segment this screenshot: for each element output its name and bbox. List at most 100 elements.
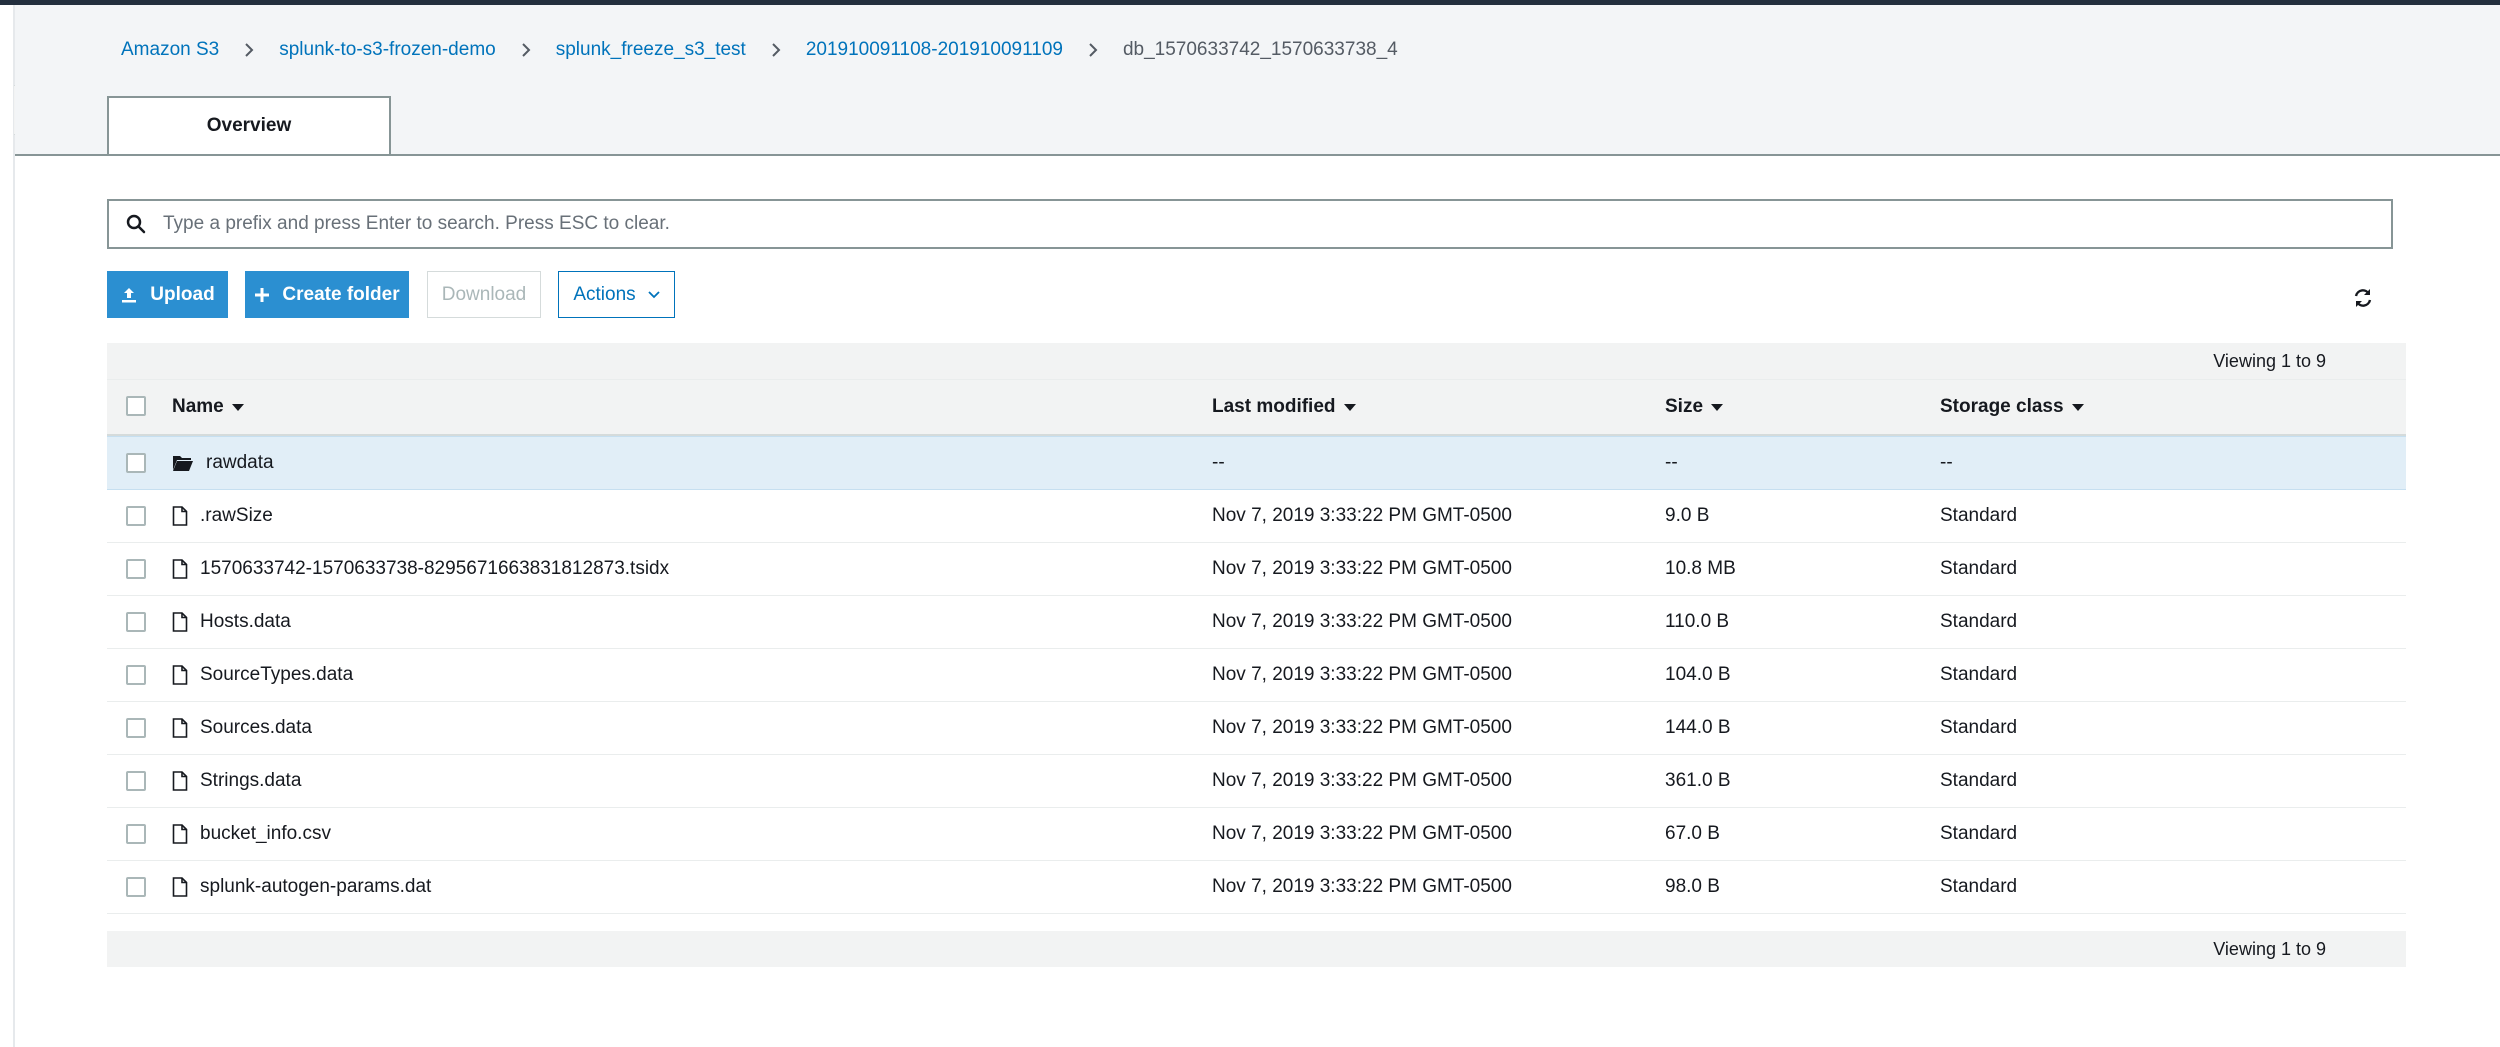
viewing-count: Viewing 1 to 9: [2213, 939, 2326, 959]
sort-caret-icon: [1343, 403, 1356, 411]
download-button[interactable]: Download: [427, 271, 541, 318]
chevron-right-icon: [244, 43, 254, 57]
row-last-modified: Nov 7, 2019 3:33:22 PM GMT-0500: [1212, 664, 1512, 685]
row-checkbox[interactable]: [126, 877, 146, 897]
row-last-modified: Nov 7, 2019 3:33:22 PM GMT-0500: [1212, 876, 1512, 897]
row-name: rawdata: [172, 452, 274, 474]
row-storage-class: Standard: [1940, 823, 2018, 844]
chevron-right-icon: [1088, 43, 1098, 57]
table-row[interactable]: 1570633742-1570633738-829567166383181287…: [107, 543, 2406, 596]
row-name-text[interactable]: Sources.data: [200, 717, 312, 739]
file-icon: [172, 506, 188, 526]
table-row[interactable]: rawdata -- -- --: [107, 436, 2406, 490]
row-name: SourceTypes.data: [172, 664, 353, 686]
sort-caret-icon: [1711, 403, 1724, 411]
folder-open-icon: [172, 454, 194, 472]
row-last-modified: Nov 7, 2019 3:33:22 PM GMT-0500: [1212, 505, 1512, 526]
row-storage-class: Standard: [1940, 558, 2018, 579]
column-header-storage-class-label: Storage class: [1940, 396, 2064, 417]
row-checkbox[interactable]: [126, 665, 146, 685]
column-header-name[interactable]: Name: [172, 396, 244, 418]
row-name-text[interactable]: splunk-autogen-params.dat: [200, 876, 431, 898]
breadcrumb: Amazon S3 splunk-to-s3-frozen-demo splun…: [121, 35, 1398, 65]
file-icon: [172, 771, 188, 791]
table-row[interactable]: Strings.data Nov 7, 2019 3:33:22 PM GMT-0…: [107, 755, 2406, 808]
file-icon: [172, 612, 188, 632]
file-icon: [172, 718, 188, 738]
actions-dropdown-label: Actions: [573, 283, 636, 305]
create-folder-button[interactable]: Create folder: [245, 271, 409, 318]
row-last-modified: --: [1212, 452, 1225, 473]
actions-dropdown[interactable]: Actions: [558, 271, 675, 318]
upload-icon: [120, 286, 138, 304]
row-checkbox[interactable]: [126, 559, 146, 579]
column-header-size[interactable]: Size: [1665, 396, 1724, 418]
search-box: [107, 199, 2393, 249]
chevron-right-icon: [521, 43, 531, 57]
sort-caret-icon: [231, 403, 244, 411]
file-icon: [172, 824, 188, 844]
table-row[interactable]: .rawSize Nov 7, 2019 3:33:22 PM GMT-0500 9…: [107, 490, 2406, 543]
row-name-text[interactable]: Strings.data: [200, 770, 301, 792]
row-name-text[interactable]: SourceTypes.data: [200, 664, 353, 686]
column-header-name-label: Name: [172, 396, 224, 417]
row-checkbox[interactable]: [126, 612, 146, 632]
row-checkbox[interactable]: [126, 453, 146, 473]
upload-button-label: Upload: [150, 283, 215, 305]
table-row[interactable]: splunk-autogen-params.dat Nov 7, 2019 3:3…: [107, 861, 2406, 914]
row-name-text[interactable]: rawdata: [206, 452, 274, 474]
select-all-checkbox[interactable]: [126, 396, 146, 416]
breadcrumb-item-current: db_1570633742_1570633738_4: [1122, 39, 1398, 60]
column-header-storage-class[interactable]: Storage class: [1940, 396, 2084, 418]
row-size: 98.0 B: [1665, 876, 1720, 897]
row-name-text[interactable]: 1570633742-1570633738-829567166383181287…: [200, 558, 669, 580]
search-icon: [126, 214, 146, 234]
search-input[interactable]: [161, 212, 2391, 236]
row-checkbox[interactable]: [126, 824, 146, 844]
row-name-text[interactable]: Hosts.data: [200, 611, 291, 633]
row-checkbox[interactable]: [126, 718, 146, 738]
plus-icon: [254, 287, 270, 303]
row-name: splunk-autogen-params.dat: [172, 876, 431, 898]
row-name: 1570633742-1570633738-829567166383181287…: [172, 558, 669, 580]
row-storage-class: Standard: [1940, 876, 2018, 897]
row-storage-class: --: [1940, 452, 1953, 473]
row-storage-class: Standard: [1940, 717, 2018, 738]
row-checkbox[interactable]: [126, 506, 146, 526]
left-rail: [0, 5, 15, 1047]
row-size: 104.0 B: [1665, 664, 1731, 685]
row-checkbox[interactable]: [126, 771, 146, 791]
file-icon: [172, 665, 188, 685]
column-header-size-label: Size: [1665, 396, 1704, 417]
row-storage-class: Standard: [1940, 611, 2018, 632]
breadcrumb-item-amazon-s3[interactable]: Amazon S3: [121, 39, 219, 61]
breadcrumb-item-folder[interactable]: splunk_freeze_s3_test: [556, 39, 746, 61]
row-name: Hosts.data: [172, 611, 291, 633]
upload-button[interactable]: Upload: [107, 271, 228, 318]
file-icon: [172, 877, 188, 897]
row-last-modified: Nov 7, 2019 3:33:22 PM GMT-0500: [1212, 717, 1512, 738]
row-name-text[interactable]: bucket_info.csv: [200, 823, 331, 845]
sort-caret-icon: [2071, 403, 2084, 411]
column-header-last-modified[interactable]: Last modified: [1212, 396, 1356, 418]
tab-overview[interactable]: Overview: [107, 96, 391, 154]
row-size: 110.0 B: [1665, 611, 1730, 632]
table-row[interactable]: Hosts.data Nov 7, 2019 3:33:22 PM GMT-050…: [107, 596, 2406, 649]
refresh-button[interactable]: [2350, 287, 2376, 313]
table-row[interactable]: bucket_info.csv Nov 7, 2019 3:33:22 PM GM…: [107, 808, 2406, 861]
row-size: 144.0 B: [1665, 717, 1731, 738]
breadcrumb-item-subfolder[interactable]: 201910091108-201910091109: [806, 39, 1063, 61]
chevron-right-icon: [771, 43, 781, 57]
row-name-text[interactable]: .rawSize: [200, 505, 273, 527]
table-row[interactable]: SourceTypes.data Nov 7, 2019 3:33:22 PM G…: [107, 649, 2406, 702]
create-folder-button-label: Create folder: [282, 283, 400, 305]
row-name: .rawSize: [172, 505, 273, 527]
table-row[interactable]: Sources.data Nov 7, 2019 3:33:22 PM GMT-0…: [107, 702, 2406, 755]
table-header: Name Last modified Size Storage class: [107, 380, 2406, 436]
row-last-modified: Nov 7, 2019 3:33:22 PM GMT-0500: [1212, 770, 1512, 791]
breadcrumb-item-bucket[interactable]: splunk-to-s3-frozen-demo: [279, 39, 495, 61]
row-size: 9.0 B: [1665, 505, 1710, 526]
refresh-icon: [2352, 287, 2374, 314]
row-name: bucket_info.csv: [172, 823, 331, 845]
viewing-count: Viewing 1 to 9: [2213, 351, 2326, 371]
